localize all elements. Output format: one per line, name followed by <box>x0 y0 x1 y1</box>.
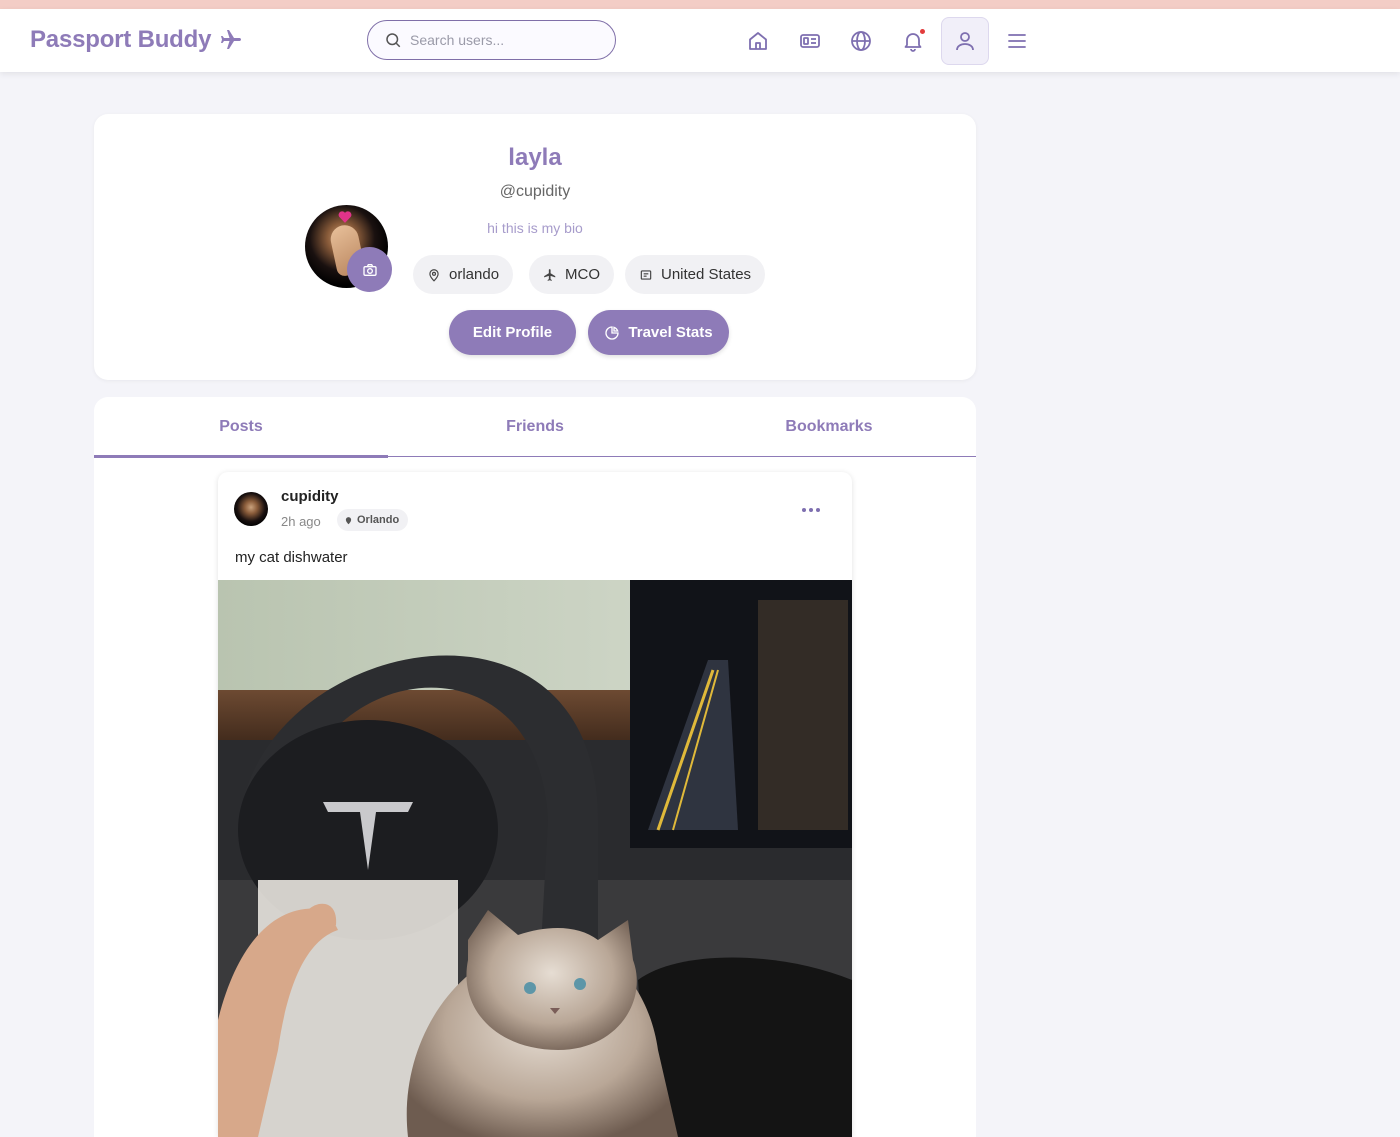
navbar: Passport Buddy <box>0 9 1400 72</box>
globe-icon <box>851 31 871 51</box>
travel-stats-label: Travel Stats <box>628 324 713 341</box>
heart-icon <box>338 211 352 223</box>
travel-stats-button[interactable]: Travel Stats <box>588 310 729 355</box>
change-avatar-button[interactable] <box>347 247 392 292</box>
post-options-button[interactable] <box>796 500 826 520</box>
profile-name: layla <box>508 144 562 171</box>
airport-chip: MCO <box>529 255 614 294</box>
search-input[interactable] <box>410 32 590 48</box>
location-pin-icon <box>429 268 439 282</box>
passport-icon <box>640 269 652 280</box>
profile-button[interactable] <box>941 17 989 65</box>
profile-handle: @cupidity <box>499 183 571 200</box>
notification-dot <box>920 29 925 34</box>
tab-friends[interactable]: Friends <box>388 397 682 457</box>
top-strip <box>0 0 1400 9</box>
tab-bookmarks[interactable]: Bookmarks <box>682 397 976 457</box>
brand-name: Passport Buddy <box>30 26 212 53</box>
post-username[interactable]: cupidity <box>281 488 339 505</box>
city-chip: orlando <box>413 255 514 294</box>
profile-tabs: Posts Friends Bookmarks <box>94 397 976 458</box>
id-card-icon <box>800 34 820 48</box>
home-button[interactable] <box>734 17 782 65</box>
tab-posts[interactable]: Posts <box>94 397 388 458</box>
more-dot-icon <box>809 508 813 512</box>
explore-button[interactable] <box>837 17 885 65</box>
country-chip: United States <box>625 255 766 294</box>
brand-logo[interactable]: Passport Buddy <box>30 26 243 54</box>
country-label: United States <box>661 266 752 283</box>
profile-bio: hi this is my bio <box>487 220 583 236</box>
airplane-icon <box>544 268 556 281</box>
cat-eye <box>574 978 586 990</box>
screen-map <box>758 600 848 830</box>
airplane-icon <box>221 30 242 49</box>
more-dot-icon <box>802 508 806 512</box>
profile-card: layla @cupidity hi this is my bio orland… <box>94 114 976 380</box>
camera-icon <box>362 263 377 276</box>
hamburger-menu-icon <box>1008 34 1026 48</box>
pie-chart-icon <box>605 325 620 340</box>
notifications-button[interactable] <box>889 17 937 65</box>
passport-button[interactable] <box>786 17 834 65</box>
edit-profile-button[interactable]: Edit Profile <box>449 310 576 355</box>
airport-label: MCO <box>565 266 600 283</box>
post-author-avatar[interactable] <box>234 492 268 526</box>
edit-profile-label: Edit Profile <box>472 324 553 341</box>
post-caption: my cat dishwater <box>235 549 348 566</box>
post-location-label: Orlando <box>357 514 400 526</box>
more-dot-icon <box>816 508 820 512</box>
post-photo[interactable] <box>218 580 852 1137</box>
menu-button[interactable] <box>993 17 1041 65</box>
home-icon <box>749 32 767 50</box>
search-icon <box>386 33 401 48</box>
cat-eye <box>524 982 536 994</box>
location-pin-icon <box>345 516 352 524</box>
search-bar[interactable] <box>367 20 616 60</box>
post-timestamp: 2h ago <box>281 514 321 529</box>
content-card: Posts Friends Bookmarks cupidity 2h ago … <box>94 397 976 1137</box>
city-label: orlando <box>449 266 500 283</box>
post-location-badge[interactable]: Orlando <box>337 509 409 531</box>
post-card: cupidity 2h ago Orlando my cat dishwater <box>218 472 852 1137</box>
user-icon <box>956 32 974 51</box>
